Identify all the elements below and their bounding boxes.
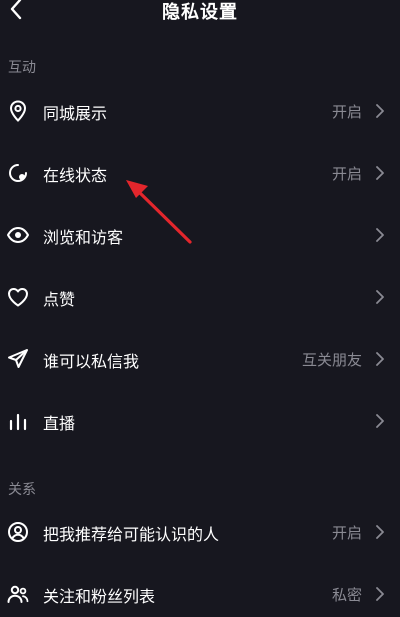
section-label-interaction: 互动 [8,60,36,76]
bars-icon [9,413,27,431]
settings-row-live[interactable]: 直播 [0,399,400,443]
people-icon [7,585,29,603]
chevron-right-icon [376,104,384,118]
row-label: 把我推荐给可能认识的人 [43,525,220,544]
row-value: 开启 [331,103,362,121]
send-icon [8,349,28,368]
row-label: 同城展示 [43,104,108,123]
settings-row-direct-messages[interactable]: 谁可以私信我 互关朋友 [0,337,400,381]
row-label: 关注和粉丝列表 [43,587,156,606]
row-value: 开启 [331,165,362,183]
row-label: 浏览和访客 [43,228,124,247]
row-label: 在线状态 [43,166,108,185]
settings-row-local-display[interactable]: 同城展示 开启 [0,89,400,133]
row-value: 互关朋友 [301,351,362,369]
chevron-right-icon [376,352,384,366]
chevron-right-icon [376,166,384,180]
heart-icon [8,288,28,307]
eye-icon [7,227,29,243]
row-label: 点赞 [43,290,76,309]
settings-row-follow-fans-list[interactable]: 关注和粉丝列表 私密 [0,572,400,616]
person-circle-icon [8,522,28,542]
row-value: 私密 [331,586,362,604]
location-pin-icon [9,100,27,122]
page-title: 隐私设置 [162,2,238,23]
chevron-right-icon [376,290,384,304]
chevron-right-icon [376,414,384,428]
settings-row-browse-visitors[interactable]: 浏览和访客 [0,213,400,257]
online-status-icon [9,164,27,182]
top-bar: 隐私设置 [0,0,400,28]
chevron-right-icon [376,228,384,242]
chevron-right-icon [376,525,384,539]
chevron-right-icon [376,587,384,601]
row-value: 开启 [331,524,362,542]
settings-row-recommend-me[interactable]: 把我推荐给可能认识的人 开启 [0,510,400,554]
row-label: 谁可以私信我 [43,352,140,371]
settings-row-online-status[interactable]: 在线状态 开启 [0,151,400,195]
section-label-relationship: 关系 [8,482,36,498]
settings-row-likes[interactable]: 点赞 [0,275,400,319]
row-label: 直播 [43,414,76,433]
